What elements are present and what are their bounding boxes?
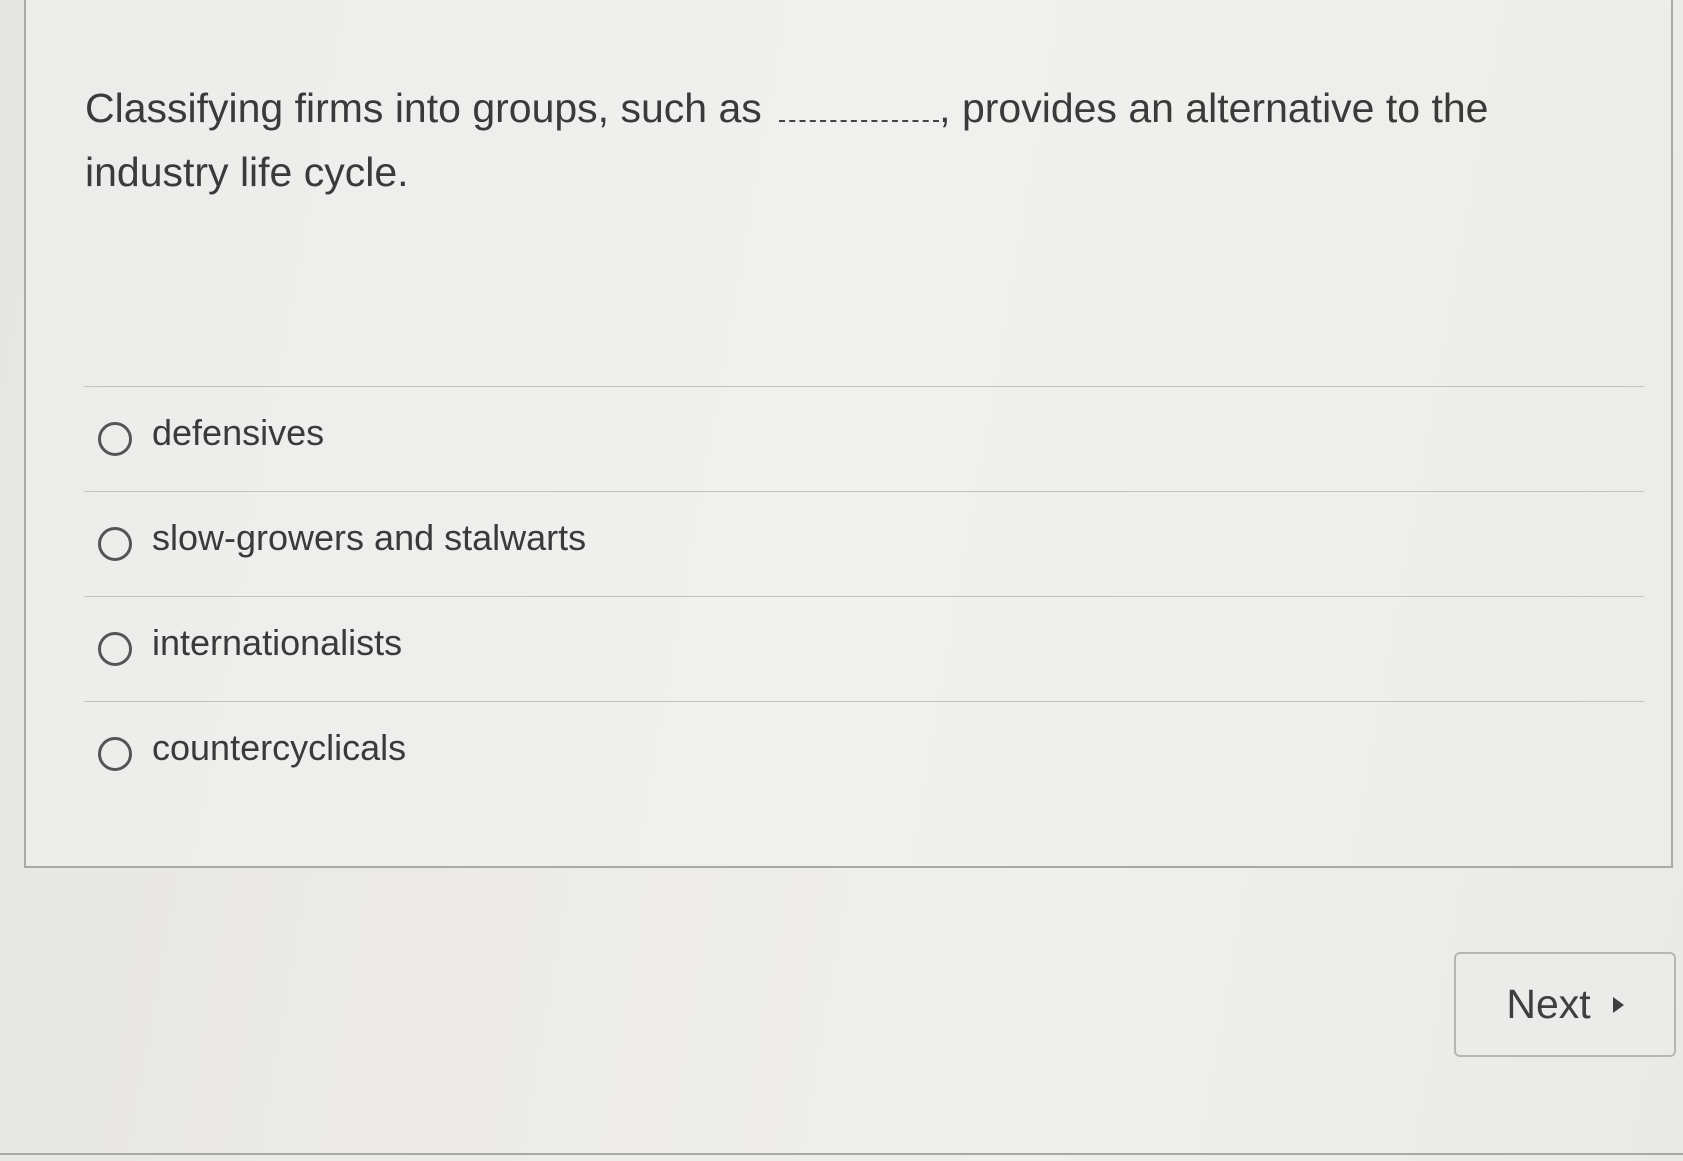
radio-button[interactable] (98, 422, 132, 456)
question-card: Classifying firms into groups, such as ,… (24, 0, 1673, 868)
option-defensives[interactable]: defensives (84, 387, 1644, 491)
radio-button[interactable] (98, 527, 132, 561)
option-label: internationalists (152, 622, 403, 663)
option-label: defensives (152, 412, 325, 453)
option-slow-growers-and-stalwarts[interactable]: slow-growers and stalwarts (84, 492, 1644, 596)
bottom-divider (0, 1153, 1683, 1155)
radio-button[interactable] (98, 737, 132, 771)
answer-blank (779, 116, 940, 122)
question-prompt: Classifying firms into groups, such as ,… (85, 76, 1525, 204)
option-internationalists[interactable]: internationalists (84, 597, 1644, 701)
option-label: countercyclicals (152, 727, 407, 768)
radio-button[interactable] (98, 632, 132, 666)
option-countercyclicals[interactable]: countercyclicals (84, 702, 1644, 806)
question-text-before: Classifying firms into groups, such as (85, 85, 762, 131)
play-triangle-icon (1612, 996, 1624, 1013)
next-button[interactable]: Next (1454, 952, 1676, 1057)
option-label: slow-growers and stalwarts (152, 517, 587, 558)
next-button-label: Next (1506, 981, 1591, 1027)
answer-options: defensives slow-growers and stalwarts in… (84, 386, 1644, 806)
